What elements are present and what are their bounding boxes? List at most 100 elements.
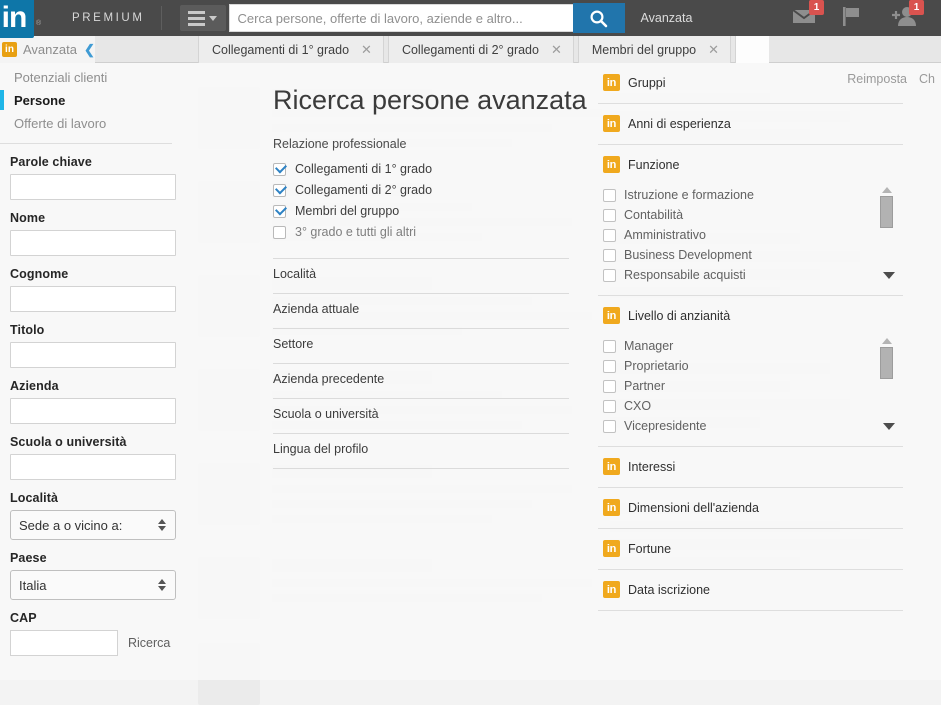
scrollbar-thumb[interactable] bbox=[880, 196, 893, 228]
anzianita-list-scrollbar[interactable] bbox=[880, 338, 893, 436]
checkbox-cxo[interactable]: CXO bbox=[603, 396, 903, 416]
premium-label: PREMIUM bbox=[72, 12, 145, 24]
keywords-input[interactable] bbox=[10, 174, 176, 200]
checkbox-icon[interactable] bbox=[273, 183, 286, 197]
checkbox-icon[interactable] bbox=[603, 228, 616, 242]
premium-section-title: Funzione bbox=[628, 157, 680, 172]
scroll-up-arrow-icon[interactable] bbox=[881, 338, 892, 344]
anzianita-expand-chevron-down-icon[interactable] bbox=[883, 423, 895, 430]
close-button[interactable]: Ch bbox=[919, 72, 935, 86]
tabstrip-left-label[interactable]: in Avanzata ❮ bbox=[0, 36, 95, 63]
country-select[interactable]: Italia bbox=[10, 570, 176, 600]
field-nome: Nome bbox=[0, 211, 186, 256]
checkbox-business-development[interactable]: Business Development bbox=[603, 245, 903, 265]
linkedin-logo-icon: in bbox=[0, 0, 34, 38]
advanced-search-link[interactable]: Avanzata bbox=[641, 11, 693, 25]
checkbox-label: CXO bbox=[624, 399, 652, 413]
checkbox-label: Proprietario bbox=[624, 359, 689, 373]
search-button[interactable] bbox=[572, 3, 625, 33]
premium-section-header[interactable]: in Funzione bbox=[598, 145, 903, 185]
premium-section-header[interactable]: in Data iscrizione bbox=[598, 570, 903, 610]
premium-section-livello-anzianita: in Livello di anzianità Manager Propriet… bbox=[598, 296, 903, 447]
premium-badge-icon: in bbox=[603, 307, 620, 324]
tab-group-members[interactable]: Membri del gruppo ✕ bbox=[577, 36, 731, 63]
close-icon[interactable]: ✕ bbox=[708, 42, 719, 58]
sidebar-item-offerte-di-lavoro[interactable]: Offerte di lavoro bbox=[14, 113, 186, 136]
checkbox-icon[interactable] bbox=[603, 399, 616, 413]
premium-section-header[interactable]: in Gruppi bbox=[598, 63, 903, 103]
sidebar-item-persone[interactable]: Persone bbox=[0, 90, 186, 113]
checkbox-partner[interactable]: Partner bbox=[603, 376, 903, 396]
tab-second-degree[interactable]: Collegamenti di 2° grado ✕ bbox=[387, 36, 574, 63]
checkbox-icon[interactable] bbox=[603, 419, 616, 433]
checkbox-proprietario[interactable]: Proprietario bbox=[603, 356, 903, 376]
checkbox-icon[interactable] bbox=[273, 204, 286, 218]
company-input[interactable] bbox=[10, 398, 176, 424]
linkedin-logo[interactable]: in ® bbox=[0, 0, 44, 38]
sidebar-item-potenziali-clienti[interactable]: Potenziali clienti bbox=[14, 67, 186, 90]
premium-section-header[interactable]: in Interessi bbox=[598, 447, 903, 487]
locality-select[interactable]: Sede a o vicino a: bbox=[10, 510, 176, 540]
field-label: Scuola o università bbox=[10, 435, 127, 449]
tab-first-degree[interactable]: Collegamenti di 1° grado ✕ bbox=[198, 36, 384, 63]
filter-section-azienda-attuale[interactable]: Azienda attuale bbox=[273, 294, 569, 329]
close-icon[interactable]: ✕ bbox=[551, 42, 562, 58]
checkbox-icon[interactable] bbox=[603, 359, 616, 373]
checkbox-icon[interactable] bbox=[273, 162, 286, 176]
checkbox-manager[interactable]: Manager bbox=[603, 336, 903, 356]
premium-section-gruppi: in Gruppi bbox=[598, 63, 903, 104]
chevron-left-icon[interactable]: ❮ bbox=[84, 42, 95, 58]
filter-section-settore[interactable]: Settore bbox=[273, 329, 569, 364]
premium-section-title: Gruppi bbox=[628, 75, 666, 90]
filter-section-azienda-precedente[interactable]: Azienda precedente bbox=[273, 364, 569, 399]
checkbox-icon[interactable] bbox=[603, 379, 616, 393]
global-header: in ® PREMIUM Avanzata 1 bbox=[0, 0, 941, 38]
premium-section-header[interactable]: in Anni di esperienza bbox=[598, 104, 903, 144]
premium-section-header[interactable]: in Dimensioni dell'azienda bbox=[598, 488, 903, 528]
premium-section-funzione: in Funzione Istruzione e formazione Cont… bbox=[598, 145, 903, 296]
search-icon bbox=[590, 9, 608, 27]
checkbox-third-degree[interactable]: 3° grado e tutti gli altri bbox=[273, 222, 569, 242]
inbox-icon[interactable]: 1 bbox=[789, 0, 824, 31]
premium-section-header[interactable]: in Fortune bbox=[598, 529, 903, 569]
school-input[interactable] bbox=[10, 454, 176, 480]
postal-code-input[interactable] bbox=[10, 630, 118, 656]
scrollbar-thumb[interactable] bbox=[880, 347, 893, 379]
checkbox-istruzione-formazione[interactable]: Istruzione e formazione bbox=[603, 185, 903, 205]
checkbox-icon[interactable] bbox=[603, 339, 616, 353]
add-connection-badge: 1 bbox=[909, 0, 924, 15]
checkbox-label: Manager bbox=[624, 339, 674, 353]
funzione-list-scrollbar[interactable] bbox=[880, 187, 893, 285]
checkbox-icon[interactable] bbox=[603, 248, 616, 262]
checkbox-icon[interactable] bbox=[603, 208, 616, 222]
filter-section-localita[interactable]: Località bbox=[273, 258, 569, 294]
flag-icon[interactable] bbox=[839, 5, 869, 31]
filter-section-scuola-universita[interactable]: Scuola o università bbox=[273, 399, 569, 434]
close-icon[interactable]: ✕ bbox=[361, 42, 372, 58]
checkbox-contabilita[interactable]: Contabilità bbox=[603, 205, 903, 225]
filter-section-lingua-profilo[interactable]: Lingua del profilo bbox=[273, 434, 569, 469]
checkbox-icon[interactable] bbox=[603, 188, 616, 202]
search-category-dropdown[interactable] bbox=[179, 5, 226, 31]
field-titolo: Titolo bbox=[0, 323, 186, 368]
registered-trademark-mark: ® bbox=[36, 20, 42, 27]
scroll-up-arrow-icon[interactable] bbox=[881, 187, 892, 193]
funzione-expand-chevron-down-icon[interactable] bbox=[883, 272, 895, 279]
last-name-input[interactable] bbox=[10, 286, 176, 312]
checkbox-second-degree[interactable]: Collegamenti di 2° grado bbox=[273, 180, 569, 200]
premium-section-title: Data iscrizione bbox=[628, 582, 710, 597]
premium-section-header[interactable]: in Livello di anzianità bbox=[598, 296, 903, 336]
postal-code-search-button[interactable]: Ricerca bbox=[128, 636, 170, 650]
first-name-input[interactable] bbox=[10, 230, 176, 256]
checkbox-amministrativo[interactable]: Amministrativo bbox=[603, 225, 903, 245]
checkbox-vicepresidente[interactable]: Vicepresidente bbox=[603, 416, 903, 436]
add-connection-icon[interactable]: 1 bbox=[889, 0, 924, 31]
checkbox-responsabile-acquisti[interactable]: Responsabile acquisti bbox=[603, 265, 903, 285]
checkbox-first-degree[interactable]: Collegamenti di 1° grado bbox=[273, 159, 569, 179]
title-input[interactable] bbox=[10, 342, 176, 368]
checkbox-group-members[interactable]: Membri del gruppo bbox=[273, 201, 569, 221]
checkbox-icon[interactable] bbox=[603, 268, 616, 282]
checkbox-icon[interactable] bbox=[273, 225, 286, 239]
tab-label: Membri del gruppo bbox=[591, 42, 697, 57]
search-input[interactable] bbox=[228, 4, 573, 32]
